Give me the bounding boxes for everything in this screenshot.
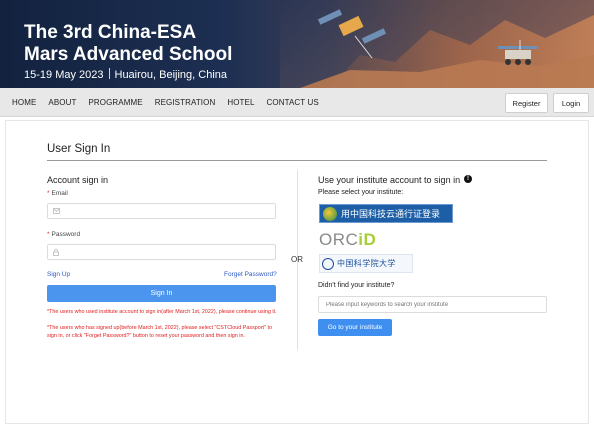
- lock-icon: [53, 249, 59, 256]
- nav-links: HOME ABOUT PROGRAMME REGISTRATION HOTEL …: [12, 88, 331, 116]
- title-divider: [47, 160, 547, 161]
- event-banner: The 3rd China-ESA Mars Advanced School 1…: [0, 0, 594, 88]
- not-found-label: Didn't find your institute?: [318, 282, 395, 289]
- institute-signin-heading: Use your institute account to sign in: [318, 175, 461, 185]
- banner-location: Huairou, Beijing, China: [114, 69, 228, 81]
- banner-subtitle: 15-19 May 2023 Huairou, Beijing, China: [24, 68, 227, 81]
- notice-institute-users: *The users who used institute account to…: [47, 309, 277, 315]
- nav-item-contact[interactable]: CONTACT US: [267, 98, 319, 107]
- nav-item-about[interactable]: ABOUT: [48, 98, 76, 107]
- nav-item-registration[interactable]: REGISTRATION: [155, 98, 216, 107]
- go-to-institute-button[interactable]: Go to your institute: [318, 319, 392, 336]
- cstcloud-logo-icon: [323, 206, 337, 221]
- orcid-button[interactable]: ORCiD: [319, 230, 376, 250]
- banner-title-line2: Mars Advanced School: [24, 44, 233, 65]
- info-icon[interactable]: !: [464, 175, 472, 183]
- account-signin-heading: Account sign in: [47, 175, 109, 185]
- password-label-text: Password: [51, 231, 81, 238]
- password-field[interactable]: [47, 244, 276, 260]
- ucas-button[interactable]: 中国科学院大学: [319, 254, 413, 273]
- orcid-text-b: iD: [358, 230, 377, 249]
- page-title: User Sign In: [47, 143, 111, 155]
- login-button[interactable]: Login: [553, 93, 589, 113]
- required-mark: *: [47, 231, 50, 238]
- banner-separator: [108, 68, 110, 79]
- signin-button[interactable]: Sign In: [47, 285, 276, 302]
- banner-dates: 15-19 May 2023: [24, 69, 104, 81]
- required-mark: *: [47, 190, 50, 197]
- nav-item-programme[interactable]: PROGRAMME: [88, 98, 142, 107]
- nav-item-home[interactable]: HOME: [12, 98, 36, 107]
- register-button[interactable]: Register: [505, 93, 548, 113]
- institute-search-input[interactable]: [318, 296, 547, 313]
- mail-icon: [53, 208, 60, 214]
- cstcloud-label: 用中国科技云通行证登录: [341, 209, 441, 219]
- or-label: OR: [291, 255, 303, 264]
- signup-link[interactable]: Sign Up: [47, 271, 70, 278]
- nav-item-hotel[interactable]: HOTEL: [227, 98, 254, 107]
- banner-title-line1: The 3rd China-ESA: [24, 22, 197, 43]
- orcid-text-a: ORC: [319, 230, 359, 249]
- email-label: * Email: [47, 190, 68, 197]
- select-institute-label: Please select your institute:: [318, 189, 404, 196]
- cstcloud-passport-button[interactable]: 用中国科技云通行证登录: [319, 204, 453, 223]
- email-label-text: Email: [51, 190, 68, 197]
- main-nav: HOME ABOUT PROGRAMME REGISTRATION HOTEL …: [0, 88, 594, 117]
- email-field[interactable]: [47, 203, 276, 219]
- ucas-label: 中国科学院大学: [337, 259, 396, 268]
- ucas-emblem-icon: [322, 257, 334, 270]
- notice-registered-users: *The users who has signed up(before Marc…: [47, 325, 272, 339]
- password-label: * Password: [47, 231, 80, 238]
- forgot-password-link[interactable]: Forget Password?: [224, 271, 277, 278]
